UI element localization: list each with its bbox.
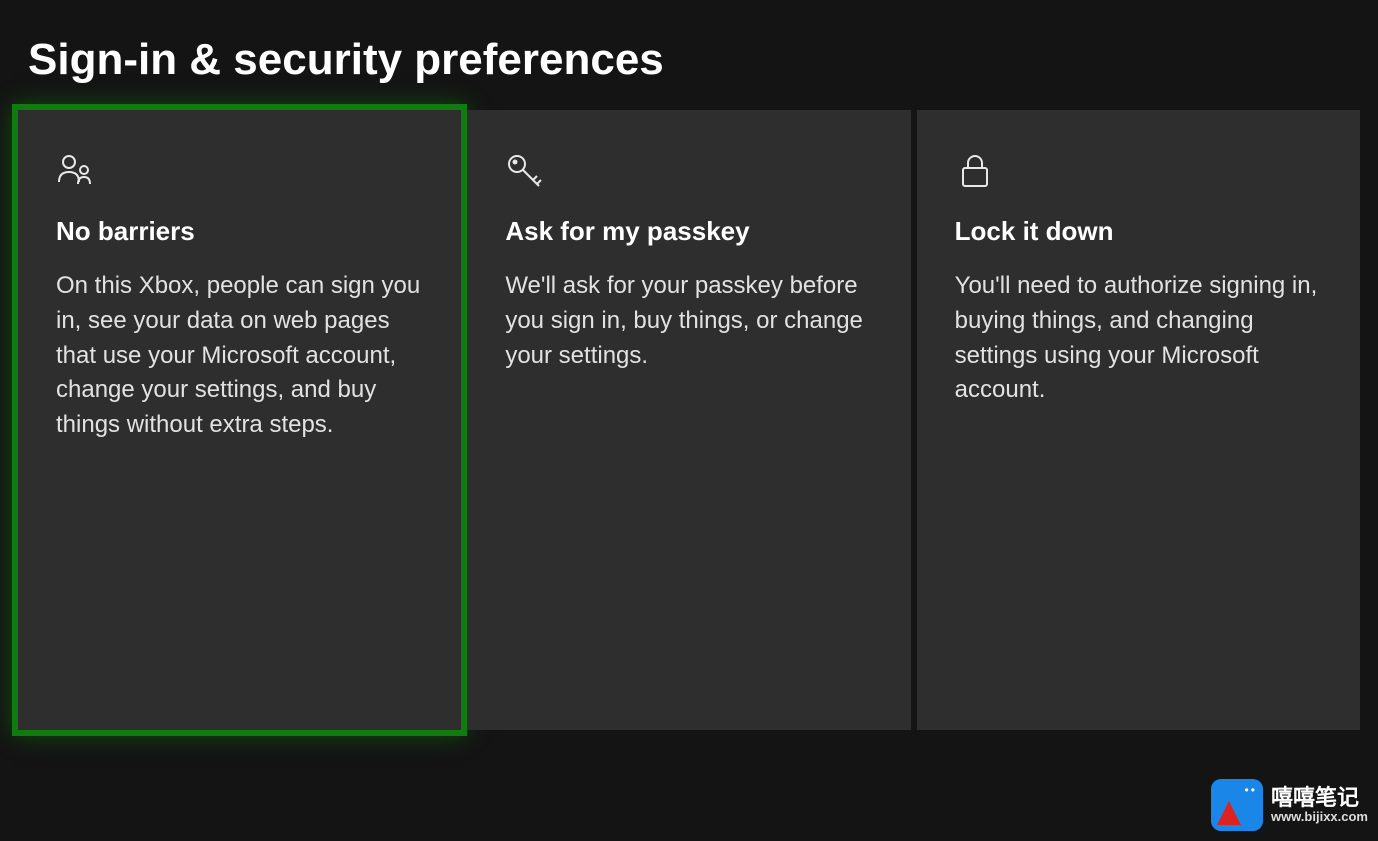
lock-icon xyxy=(955,150,1328,190)
option-ask-passkey[interactable]: Ask for my passkey We'll ask for your pa… xyxy=(467,110,910,730)
option-description: On this Xbox, people can sign you in, se… xyxy=(56,269,429,443)
watermark: 嘻嘻笔记 www.bijixx.com xyxy=(1211,779,1368,831)
option-lock-down[interactable]: Lock it down You'll need to authorize si… xyxy=(917,110,1360,730)
group-icon xyxy=(56,150,429,190)
option-description: We'll ask for your passkey before you si… xyxy=(505,269,878,373)
option-title: Ask for my passkey xyxy=(505,216,878,247)
watermark-line2: www.bijixx.com xyxy=(1271,810,1368,824)
option-title: Lock it down xyxy=(955,216,1328,247)
key-icon xyxy=(505,150,878,190)
option-description: You'll need to authorize signing in, buy… xyxy=(955,269,1328,408)
page-title: Sign-in & security preferences xyxy=(28,35,1378,85)
watermark-logo-icon xyxy=(1211,779,1263,831)
option-no-barriers[interactable]: No barriers On this Xbox, people can sig… xyxy=(18,110,461,730)
option-title: No barriers xyxy=(56,216,429,247)
options-row: No barriers On this Xbox, people can sig… xyxy=(0,110,1378,730)
watermark-line1: 嘻嘻笔记 xyxy=(1271,786,1368,810)
